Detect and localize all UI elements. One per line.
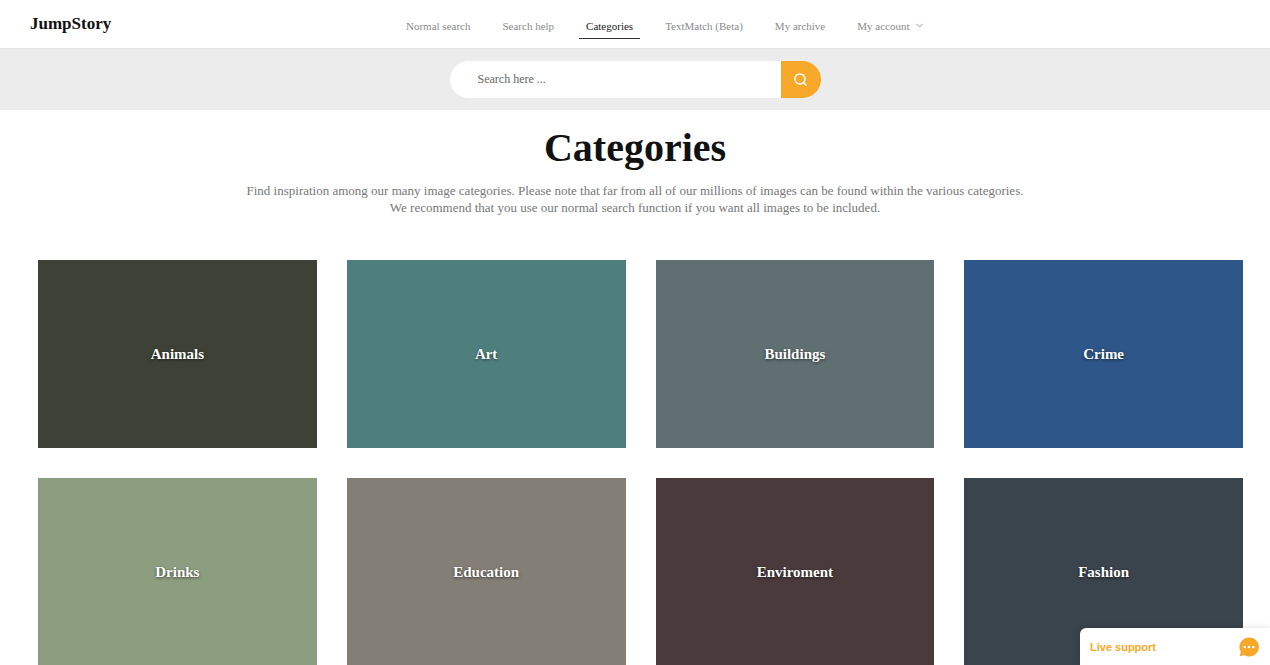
category-card[interactable]: Drinks (38, 478, 317, 665)
category-card[interactable]: Animals (38, 260, 317, 448)
search-box (450, 61, 821, 98)
page-title: Categories (0, 124, 1270, 171)
category-card[interactable]: Crime (964, 260, 1243, 448)
category-label: Animals (151, 346, 204, 363)
search-band (0, 49, 1270, 110)
nav-item[interactable]: TextMatch (Beta) (658, 12, 750, 39)
category-label: Education (453, 564, 519, 581)
page: JumpStoryNormal search Search help Categor… (0, 0, 1270, 665)
category-card[interactable]: Enviroment (656, 478, 935, 665)
live-support-label: Live support (1090, 641, 1156, 653)
category-card[interactable]: Education (347, 478, 626, 665)
category-label: Enviroment (757, 564, 833, 581)
category-label: Drinks (155, 564, 199, 581)
main-nav: Normal search Search help Categories TextMa… (399, 0, 932, 48)
category-grid: Animals Art Buildings Crime Drinks Education E… (0, 260, 1270, 665)
nav-item[interactable]: Normal search (399, 12, 477, 39)
logo[interactable]: JumpStory (30, 14, 399, 34)
category-card[interactable]: Art (347, 260, 626, 448)
nav-item[interactable]: My account (850, 12, 931, 39)
category-label: Crime (1083, 346, 1124, 363)
nav-item[interactable]: Search help (495, 12, 561, 39)
nav-item[interactable]: My archive (768, 12, 832, 39)
live-support[interactable]: Live support (1080, 628, 1270, 665)
chat-bubble-icon (1238, 636, 1260, 658)
magnifier-icon (793, 72, 808, 87)
chevron-down-icon (914, 20, 925, 31)
search-input[interactable] (450, 61, 781, 98)
nav-item[interactable]: Categories (579, 12, 640, 39)
top-bar: JumpStoryNormal search Search help Categor… (0, 0, 1270, 49)
category-label: Fashion (1078, 564, 1129, 581)
category-label: Buildings (764, 346, 825, 363)
page-description: Find inspiration among our many image ca… (240, 182, 1030, 216)
category-label: Art (475, 346, 498, 363)
category-card[interactable]: Buildings (656, 260, 935, 448)
search-button[interactable] (781, 61, 821, 98)
